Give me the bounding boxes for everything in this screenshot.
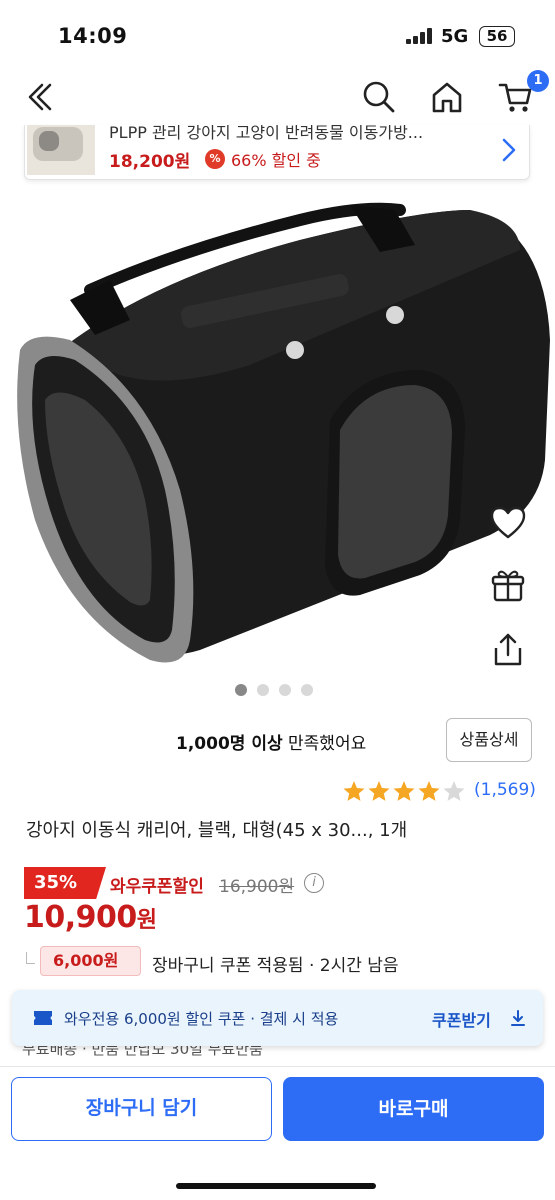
gallery-dot[interactable] [279, 684, 291, 696]
status-bar: 14:09 5G 56 [0, 0, 555, 70]
network-type: 5G [441, 26, 469, 47]
home-indicator [176, 1183, 376, 1189]
recent-item-card[interactable]: PLPP 관리 강아지 고양이 반려동물 이동가방... 18,200원 % 6… [24, 125, 530, 180]
coupon-banner-text: 와우전용 6,000원 할인 쿠폰 · 결제 시 적용 [64, 1010, 339, 1028]
bottom-action-bar: 장바구니 담기 바로구매 [0, 1066, 555, 1200]
rating-star [443, 781, 465, 801]
add-to-cart-button[interactable]: 장바구니 담기 [11, 1077, 272, 1141]
signal-icon [406, 28, 432, 44]
chevron-right-icon [502, 138, 516, 162]
original-price: 16,900원 [219, 877, 295, 897]
home-icon[interactable] [428, 78, 466, 116]
product-image[interactable] [0, 190, 555, 690]
gallery-dot[interactable] [301, 684, 313, 696]
cart-coupon-status: 장바구니 쿠폰 적용됨 · 2시간 남음 [152, 956, 399, 976]
final-price-value: 10,900 [24, 900, 137, 935]
buy-now-button[interactable]: 바로구매 [283, 1077, 544, 1141]
cart-coupon-amount: 6,000원 [40, 946, 141, 976]
status-time: 14:09 [58, 24, 128, 48]
download-icon[interactable] [509, 1009, 527, 1027]
review-count-link[interactable]: (1,569) [474, 780, 536, 800]
recent-item-discount: 66% 할인 중 [231, 151, 321, 170]
wow-coupon-label: 와우쿠폰할인 [110, 877, 204, 897]
gallery-pagination [235, 681, 323, 700]
cart-count-badge: 1 [527, 70, 549, 92]
satisfaction-count: 1,000명 이상 [176, 734, 283, 754]
coupon-icon [34, 1011, 52, 1025]
satisfaction-summary: 1,000명 이상 만족했어요 [176, 729, 366, 754]
rating-stars[interactable] [342, 780, 468, 804]
gallery-dot[interactable] [257, 684, 269, 696]
get-coupon-button[interactable]: 쿠폰받기 [432, 1007, 491, 1031]
satisfaction-text: 만족했어요 [282, 734, 367, 754]
final-price-unit: 원 [136, 908, 157, 933]
rating-star [343, 781, 365, 801]
product-title: 강아지 이동식 캐리어, 블랙, 대형(45 x 30..., 1개 [26, 820, 408, 841]
rating-star [418, 781, 440, 801]
tree-connector [26, 952, 35, 964]
share-icon[interactable] [488, 630, 528, 670]
recent-item-thumbnail [27, 125, 95, 175]
gift-icon[interactable] [488, 567, 528, 607]
recent-item-title: PLPP 관리 강아지 고양이 반려동물 이동가방... [109, 125, 424, 142]
gallery-dot[interactable] [235, 684, 247, 696]
search-icon[interactable] [360, 78, 398, 116]
discount-rate-badge: 35% [24, 867, 106, 899]
final-price: 10,900원 [24, 900, 157, 935]
battery-level: 56 [479, 26, 515, 47]
rating-star [368, 781, 390, 801]
discount-badge-icon: % [205, 149, 225, 169]
heart-icon[interactable] [488, 503, 528, 541]
rating-star [393, 781, 415, 801]
product-detail-button[interactable]: 상품상세 [446, 718, 532, 762]
info-icon[interactable]: i [304, 873, 324, 893]
recent-item-price: 18,200원 [109, 152, 191, 172]
back-icon[interactable] [20, 78, 58, 116]
coupon-banner[interactable]: 와우전용 6,000원 할인 쿠폰 · 결제 시 적용 쿠폰받기 [12, 990, 543, 1046]
